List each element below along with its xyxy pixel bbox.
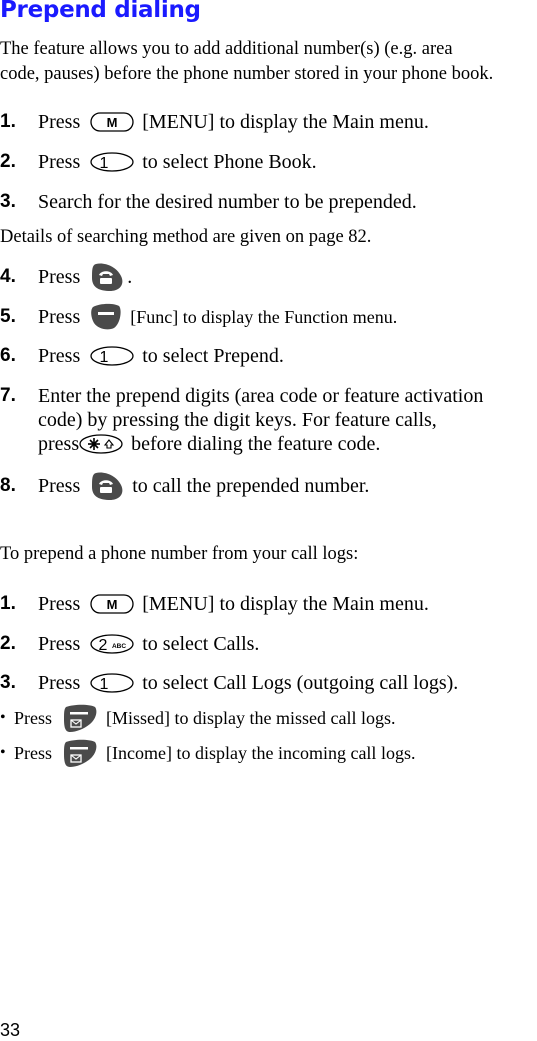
step-text: Press [38,592,81,615]
digit-1-key-icon: 1 [90,672,134,694]
call-logs-step-3: 3. Press 1 to select Call Logs (outgoing… [0,668,458,698]
step-number: 1. [0,593,16,614]
bullet-missed: • Press [Missed] to display the missed c… [0,703,395,733]
step-5: 5. Press [Func] to display the Function … [0,302,397,332]
svg-text:1: 1 [100,676,109,693]
menu-key-icon: M [90,593,134,615]
svg-text:1: 1 [100,349,109,366]
step-text: code) by pressing the digit keys. For fe… [38,409,437,431]
step-4: 4. Press . [0,262,132,292]
digit-1-key-icon: 1 [90,345,134,367]
step-text: Search for the desired number to be prep… [38,190,417,213]
step-text: Press [38,110,81,133]
message-soft-key-icon [62,703,98,733]
page-number: 33 [0,1020,21,1040]
menu-key-icon: M [90,111,134,133]
step-number: 3. [0,191,16,212]
step-text: Press [38,305,81,328]
step-text: to select Phone Book. [142,150,317,173]
step-number: 7. [0,385,16,406]
function-soft-key-icon [90,303,122,331]
page-title: Prepend dialing [0,0,201,23]
bullet-text: [Missed] to display the missed call logs… [106,707,396,728]
intro-line: code, pauses) before the phone number st… [0,64,494,84]
step-7: 7. Enter the prepend digits (area code o… [0,384,483,456]
message-soft-key-icon [62,738,98,768]
call-logs-step-2: 2. Press 2 ABC to select Calls. [0,629,259,659]
send-key-icon [90,471,124,501]
step-number: 8. [0,475,16,496]
bullet-dot: • [0,744,6,761]
step-number: 1. [0,111,16,132]
step-6: 6. Press 1 to select Prepend. [0,341,284,371]
bullet-text: [Income] to display the incoming call lo… [106,742,416,763]
step-text: Press [38,344,81,367]
digit-1-key-icon: 1 [90,151,134,173]
step-text: to select Prepend. [142,344,284,367]
step-text: Enter the prepend digits (area code or f… [38,385,484,407]
step-1: 1. Press M [MENU] to display the Main me… [0,107,429,137]
step-number: 5. [0,306,16,327]
step-text: before dialing the feature code. [131,433,381,455]
bullet-income: • Press [Income] to display the incoming… [0,738,415,768]
search-note: Details of searching method are given on… [0,227,372,247]
step-number: 6. [0,345,16,366]
star-key-icon [79,433,123,455]
bullet-text: Press [14,707,53,728]
step-text: to call the prepended number. [132,474,370,497]
intro-line: The feature allows you to add additional… [0,39,453,59]
step-2: 2. Press 1 to select Phone Book. [0,147,317,177]
step-text: [Func] to display the Function menu. [130,306,398,327]
step-text: press [38,433,80,455]
step-number: 3. [0,672,16,693]
digit-2-key-icon: 2 ABC [90,633,134,655]
svg-text:2: 2 [99,637,108,654]
svg-text:M: M [107,597,118,612]
send-key-icon [90,262,124,292]
step-text: Press [38,632,81,655]
step-number: 4. [0,266,16,287]
step-3: 3. Search for the desired number to be p… [0,187,417,217]
step-text: [MENU] to display the Main menu. [142,110,429,133]
bullet-dot: • [0,709,6,726]
step-8: 8. Press to call the prepended number. [0,471,369,501]
bullet-text: Press [14,742,53,763]
step-number: 2. [0,151,16,172]
step-text: to select Calls. [142,632,260,655]
svg-text:ABC: ABC [112,643,126,650]
svg-text:M: M [107,115,118,130]
intro-paragraph: The feature allows you to add additional… [0,37,493,87]
svg-text:1: 1 [100,155,109,172]
step-number: 2. [0,633,16,654]
step-text: Press [38,265,81,288]
step-text: Press [38,474,81,497]
step-text: Press [38,671,81,694]
step-text: [MENU] to display the Main menu. [142,592,429,615]
step-text: to select Call Logs (outgoing call logs)… [142,671,459,694]
step-text: Press [38,150,81,173]
call-logs-intro: To prepend a phone number from your call… [0,544,359,564]
call-logs-step-1: 1. Press M [MENU] to display the Main me… [0,589,429,619]
step-text: . [127,265,133,288]
